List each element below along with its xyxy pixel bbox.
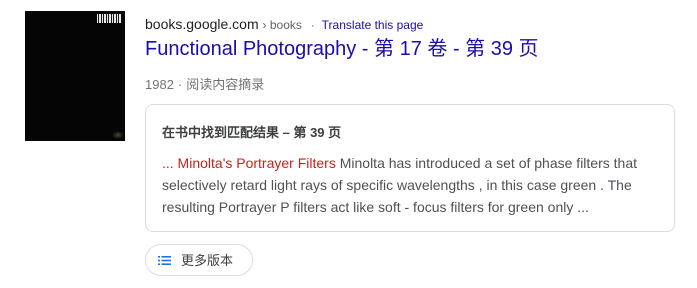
excerpt-highlight: ... Minolta's Portrayer Filters: [162, 155, 336, 171]
cover-highlight-speck: [112, 131, 124, 139]
excerpt-heading: 在书中找到匹配结果 – 第 39 页: [162, 125, 342, 140]
result-title-link[interactable]: Functional Photography - 第 17 卷 - 第 39 页: [145, 36, 539, 62]
publication-year: 1982: [145, 77, 174, 92]
book-cover-thumbnail[interactable]: [25, 11, 125, 141]
source-domain[interactable]: books.google.com: [145, 16, 259, 32]
more-versions-button[interactable]: 更多版本: [145, 244, 253, 276]
excerpt-snippet: ... Minolta's Portrayer Filters Minolta …: [162, 152, 652, 218]
list-icon: [158, 256, 171, 265]
excerpt-card[interactable]: 在书中找到匹配结果 – 第 39 页 ... Minolta's Portray…: [145, 104, 675, 232]
source-breadcrumb: › books: [262, 18, 302, 32]
result-meta: 1982 · 阅读内容摘录: [145, 76, 264, 94]
cover-barcode: [97, 14, 121, 23]
translate-page-link[interactable]: Translate this page: [322, 18, 424, 32]
more-versions-label: 更多版本: [181, 253, 234, 268]
meta-separator: ·: [177, 77, 183, 92]
source-separator: ·: [310, 18, 315, 32]
snippet-type-label: 阅读内容摘录: [186, 77, 265, 92]
source-url-line: books.google.com › books · Translate thi…: [145, 15, 423, 34]
